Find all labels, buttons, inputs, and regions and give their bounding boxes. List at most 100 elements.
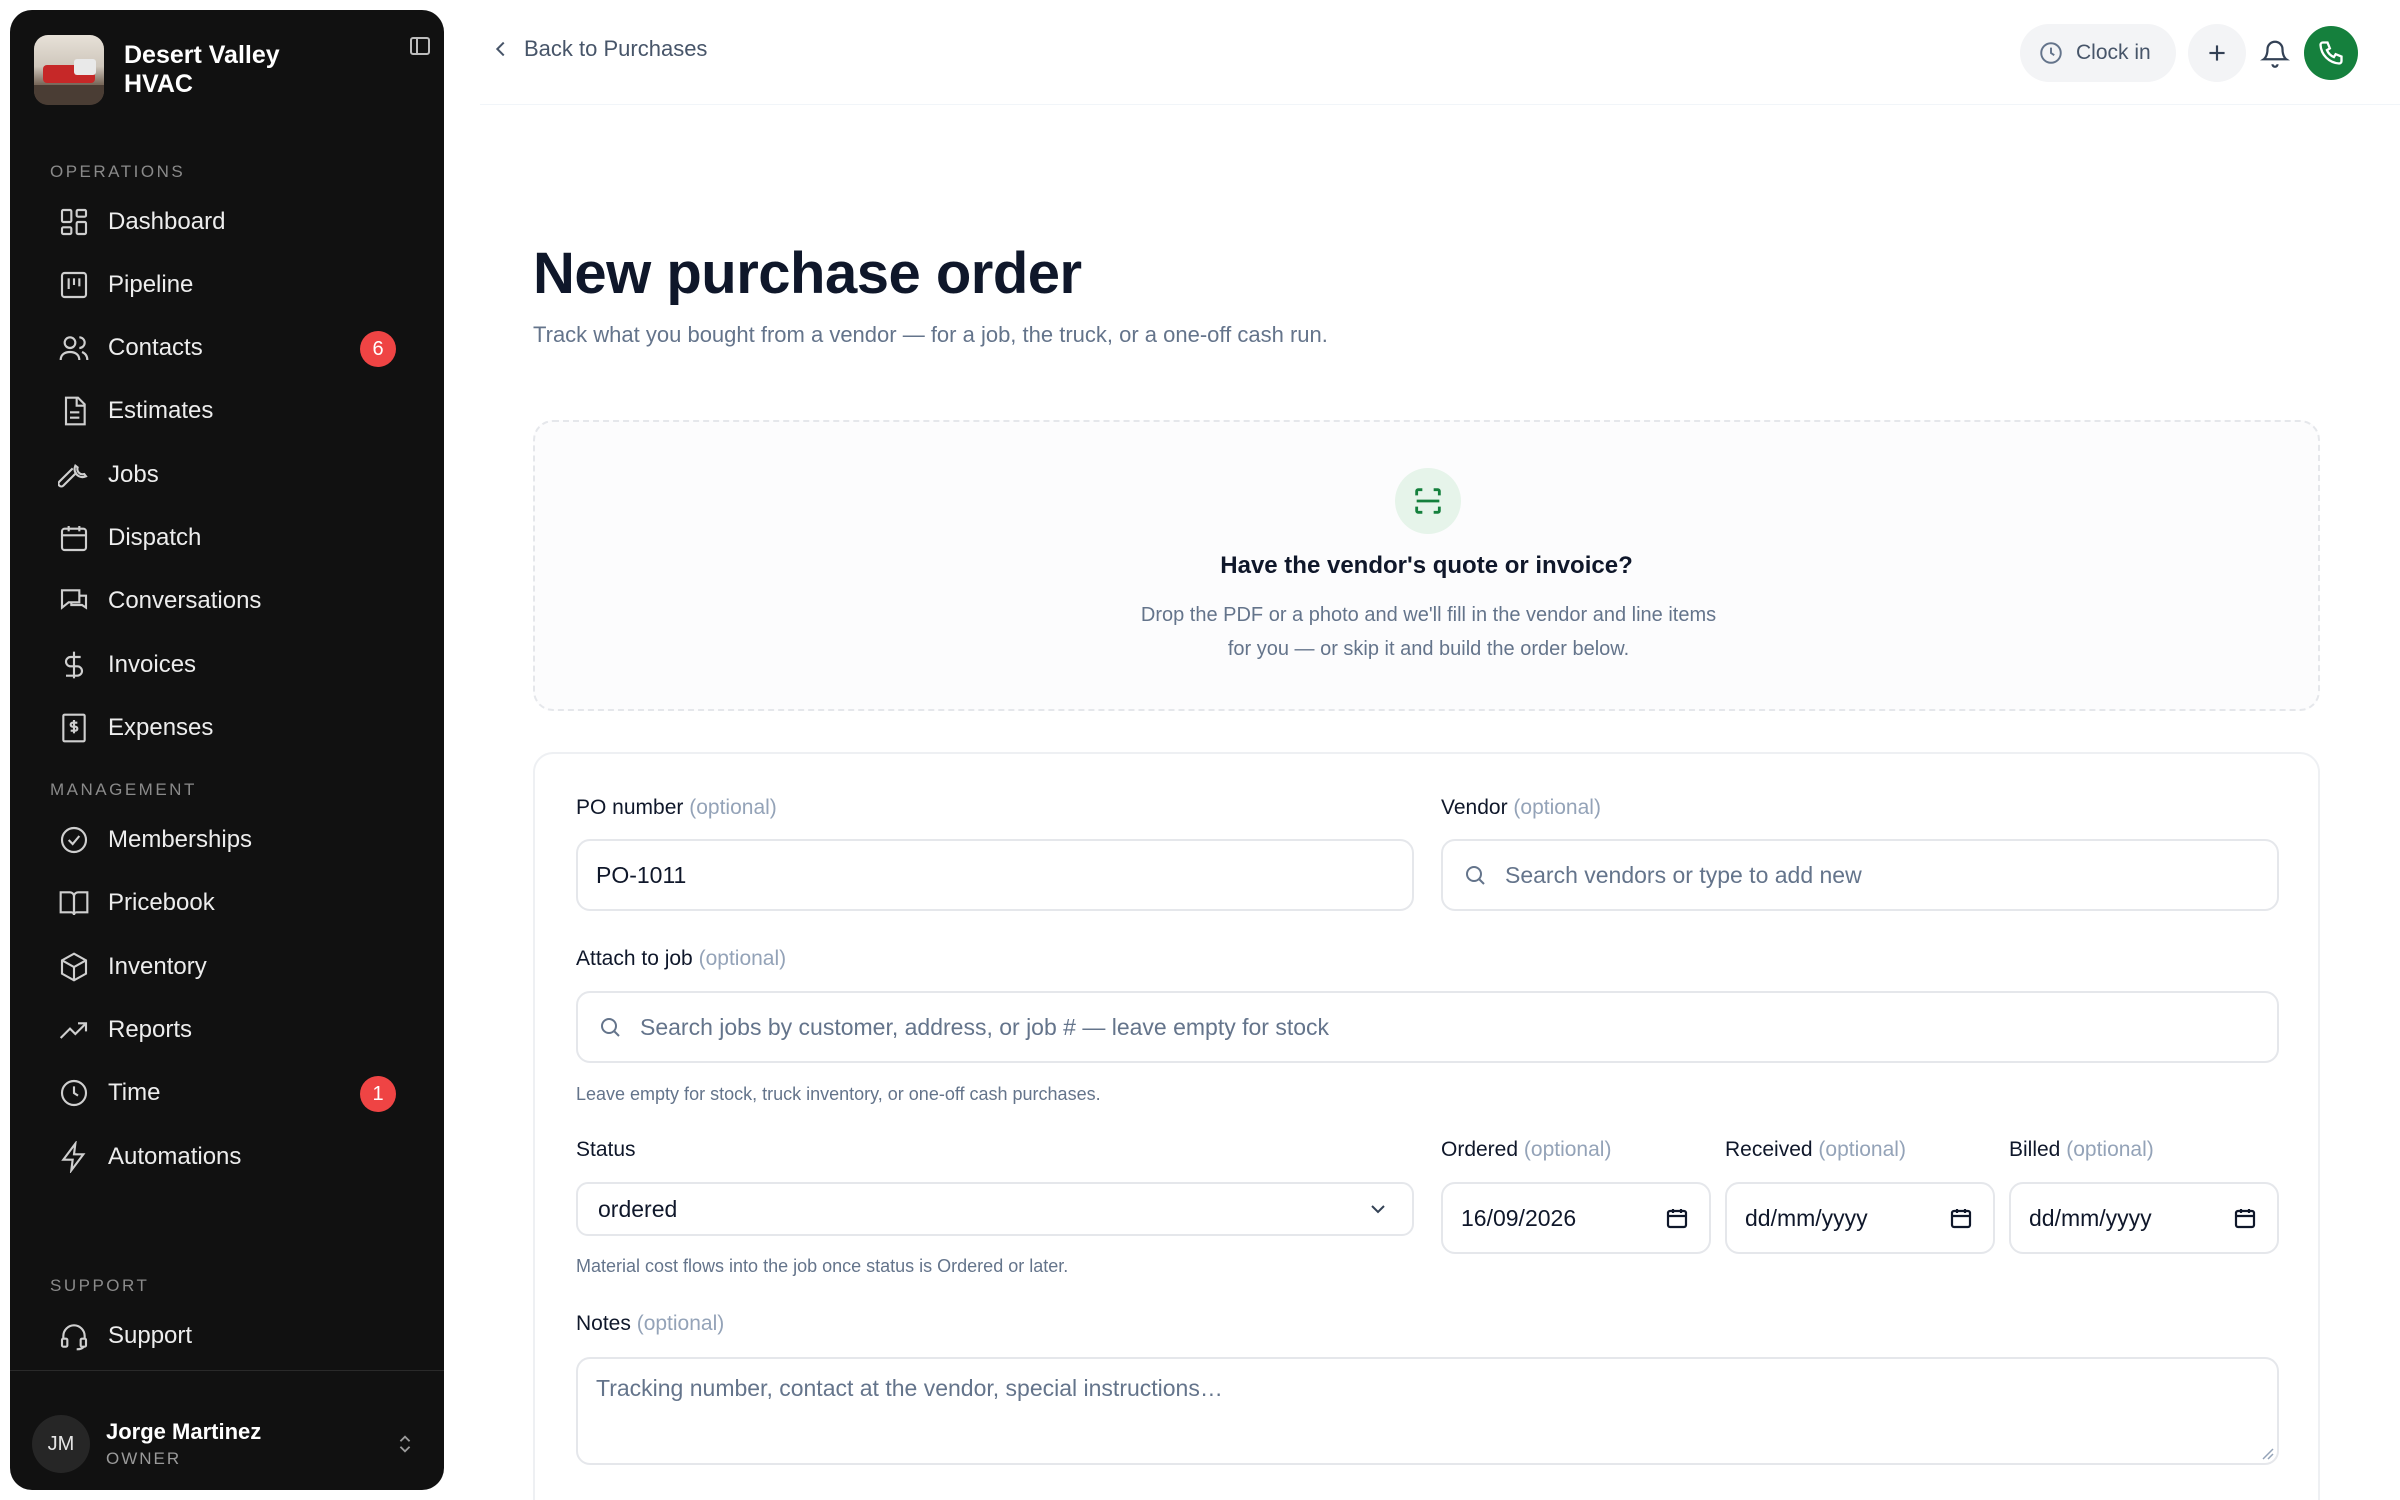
page-subtitle: Track what you bought from a vendor — fo… bbox=[533, 322, 1328, 347]
sidebar-item-label: Inventory bbox=[108, 953, 207, 980]
job-label: Attach to job (optional) bbox=[576, 947, 787, 970]
clock-in-button[interactable]: Clock in bbox=[2020, 24, 2176, 82]
notes-textarea[interactable]: Tracking number, contact at the vendor, … bbox=[576, 1357, 2279, 1465]
user-menu[interactable]: JM Jorge Martinez OWNER bbox=[32, 1412, 422, 1476]
vendor-label: Vendor (optional) bbox=[1441, 796, 1601, 819]
trending-icon bbox=[59, 1022, 88, 1039]
sidebar-item-jobs[interactable]: Jobs bbox=[40, 447, 416, 503]
sidebar-item-label: Time bbox=[108, 1079, 161, 1106]
status-hint: Material cost flows into the job once st… bbox=[576, 1256, 1069, 1276]
po-number-input[interactable]: PO-1011 bbox=[576, 839, 1414, 911]
calendar-icon bbox=[60, 526, 88, 552]
chat-icon bbox=[60, 589, 88, 610]
notes-label: Notes (optional) bbox=[576, 1312, 725, 1335]
document-dropzone[interactable]: Have the vendor's quote or invoice? Drop… bbox=[533, 420, 2320, 711]
status-select[interactable]: ordered bbox=[576, 1182, 1414, 1236]
ordered-date-input[interactable]: 16/09/2026 bbox=[1441, 1182, 1711, 1254]
billed-date-input[interactable]: dd/mm/yyyy bbox=[2009, 1182, 2279, 1254]
section-label-operations: OPERATIONS bbox=[50, 162, 186, 181]
sidebar-item-label: Contacts bbox=[108, 334, 203, 361]
sidebar-item-support[interactable]: Support bbox=[40, 1308, 416, 1364]
brand-logo bbox=[34, 35, 104, 105]
status-value: ordered bbox=[598, 1195, 678, 1222]
sidebar-item-contacts[interactable]: Contacts 6 bbox=[40, 320, 416, 376]
sidebar-item-dashboard[interactable]: Dashboard bbox=[40, 194, 416, 250]
sidebar-item-label: Dashboard bbox=[108, 208, 226, 235]
scan-icon bbox=[1395, 468, 1461, 534]
search-icon bbox=[601, 1018, 620, 1037]
users-icon bbox=[59, 336, 89, 361]
calendar-icon[interactable] bbox=[1949, 1206, 1973, 1230]
phone-icon bbox=[2319, 41, 2343, 65]
sidebar-item-label: Jobs bbox=[108, 461, 159, 488]
phone-button[interactable] bbox=[2304, 26, 2358, 80]
status-label: Status bbox=[576, 1138, 636, 1161]
purchase-order-form: PO number (optional) PO-1011 Vendor (opt… bbox=[533, 752, 2320, 1500]
vendor-placeholder: Search vendors or type to add new bbox=[1505, 861, 1862, 888]
sidebar-item-expenses[interactable]: Expenses bbox=[40, 700, 416, 756]
headset-icon bbox=[60, 1324, 88, 1351]
calendar-icon[interactable] bbox=[2233, 1206, 2257, 1230]
sidebar-item-label: Memberships bbox=[108, 826, 253, 853]
sidebar-item-label: Pipeline bbox=[108, 271, 194, 298]
sidebar-item-memberships[interactable]: Memberships bbox=[40, 812, 416, 868]
sidebar-item-invoices[interactable]: Invoices bbox=[40, 637, 416, 693]
sidebar-item-automations[interactable]: Automations bbox=[40, 1129, 416, 1185]
user-name: Jorge Martinez bbox=[106, 1419, 262, 1444]
sidebar-item-time[interactable]: Time 1 bbox=[40, 1065, 416, 1121]
pipeline-icon bbox=[60, 271, 88, 299]
vendor-search-input[interactable]: Search vendors or type to add new bbox=[1441, 839, 2279, 911]
brand-name: Desert Valley HVAC bbox=[124, 41, 280, 98]
brand[interactable]: Desert Valley HVAC bbox=[34, 34, 420, 106]
plus-icon bbox=[2209, 45, 2225, 61]
page-title: New purchase order bbox=[533, 241, 1082, 306]
sidebar-item-label: Reports bbox=[108, 1016, 193, 1043]
sidebar-toggle-icon[interactable] bbox=[406, 34, 434, 58]
sidebar-item-label: Estimates bbox=[108, 397, 214, 424]
time-count-badge: 1 bbox=[360, 1076, 396, 1112]
received-date-placeholder: dd/mm/yyyy bbox=[1745, 1204, 1868, 1231]
sidebar: Desert Valley HVAC OPERATIONS Dashboard … bbox=[10, 10, 444, 1490]
back-to-purchases-link[interactable]: Back to Purchases bbox=[490, 36, 707, 62]
dollar-icon bbox=[65, 651, 83, 679]
sidebar-item-reports[interactable]: Reports bbox=[40, 1002, 416, 1058]
quick-add-button[interactable] bbox=[2188, 24, 2246, 82]
user-info: Jorge Martinez OWNER bbox=[106, 1419, 261, 1469]
sidebar-item-pipeline[interactable]: Pipeline bbox=[40, 257, 416, 313]
sidebar-item-label: Invoices bbox=[108, 651, 197, 678]
sidebar-item-label: Dispatch bbox=[108, 524, 202, 551]
avatar: JM bbox=[32, 1415, 90, 1473]
sidebar-item-inventory[interactable]: Inventory bbox=[40, 939, 416, 995]
sidebar-item-pricebook[interactable]: Pricebook bbox=[40, 875, 416, 931]
job-hint: Leave empty for stock, truck inventory, … bbox=[576, 1084, 1101, 1104]
back-link-label: Back to Purchases bbox=[524, 36, 708, 61]
contacts-count-badge: 6 bbox=[360, 331, 396, 367]
wrench-icon bbox=[58, 464, 88, 488]
chevron-down-icon bbox=[1371, 1205, 1385, 1214]
dropzone-text: Drop the PDF or a photo and we'll fill i… bbox=[1140, 604, 1717, 660]
notifications-button[interactable] bbox=[2250, 28, 2300, 78]
document-icon bbox=[64, 396, 86, 426]
search-icon bbox=[1466, 866, 1485, 885]
dropzone-title: Have the vendor's quote or invoice? bbox=[1220, 552, 1633, 579]
box-icon bbox=[60, 952, 88, 982]
bolt-icon bbox=[61, 1141, 86, 1173]
job-search-input[interactable]: Search jobs by customer, address, or job… bbox=[576, 991, 2279, 1063]
received-label: Received (optional) bbox=[1725, 1138, 1906, 1161]
sidebar-item-estimates[interactable]: Estimates bbox=[40, 383, 416, 439]
dashboard-icon bbox=[60, 208, 88, 236]
sidebar-item-conversations[interactable]: Conversations bbox=[40, 573, 416, 629]
calendar-icon[interactable] bbox=[1665, 1206, 1689, 1230]
received-date-input[interactable]: dd/mm/yyyy bbox=[1725, 1182, 1995, 1254]
user-divider bbox=[10, 1370, 444, 1371]
ordered-date-value: 16/09/2026 bbox=[1461, 1204, 1577, 1231]
chevron-left-icon bbox=[495, 41, 505, 57]
resize-handle-icon[interactable] bbox=[2259, 1445, 2275, 1461]
po-number-value: PO-1011 bbox=[596, 861, 687, 888]
bell-icon bbox=[2260, 40, 2290, 68]
sidebar-item-dispatch[interactable]: Dispatch bbox=[40, 510, 416, 566]
badge-check-icon bbox=[60, 826, 88, 854]
billed-label: Billed (optional) bbox=[2009, 1138, 2154, 1161]
notes-placeholder: Tracking number, contact at the vendor, … bbox=[596, 1375, 1223, 1401]
sidebar-item-label: Pricebook bbox=[108, 889, 215, 916]
